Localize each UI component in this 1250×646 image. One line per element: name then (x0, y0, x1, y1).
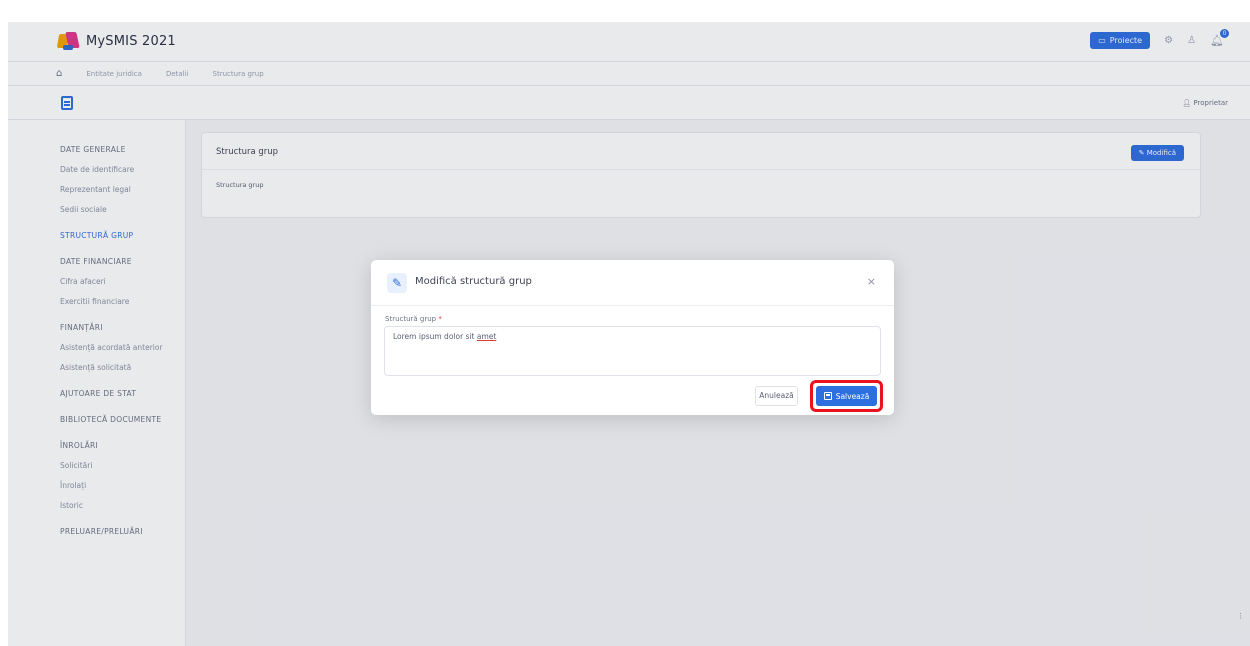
modal-title: Modifică structură grup (415, 276, 532, 287)
close-icon[interactable]: × (867, 275, 876, 288)
structure-field-label: Structură grup * (385, 315, 442, 323)
cancel-button[interactable]: Anulează (755, 386, 798, 406)
structure-textarea[interactable]: Lorem ipsum dolor sit amet (384, 326, 881, 376)
save-button-label: Salvează (835, 391, 870, 401)
edit-structure-modal: ✎ Modifică structură grup × Structură gr… (371, 260, 894, 415)
save-icon (823, 392, 832, 400)
modal-header: ✎ Modifică structură grup × (371, 260, 894, 306)
save-button[interactable]: Salvează (816, 386, 877, 406)
save-button-highlight: Salvează (810, 380, 883, 412)
edit-icon: ✎ (387, 273, 407, 293)
